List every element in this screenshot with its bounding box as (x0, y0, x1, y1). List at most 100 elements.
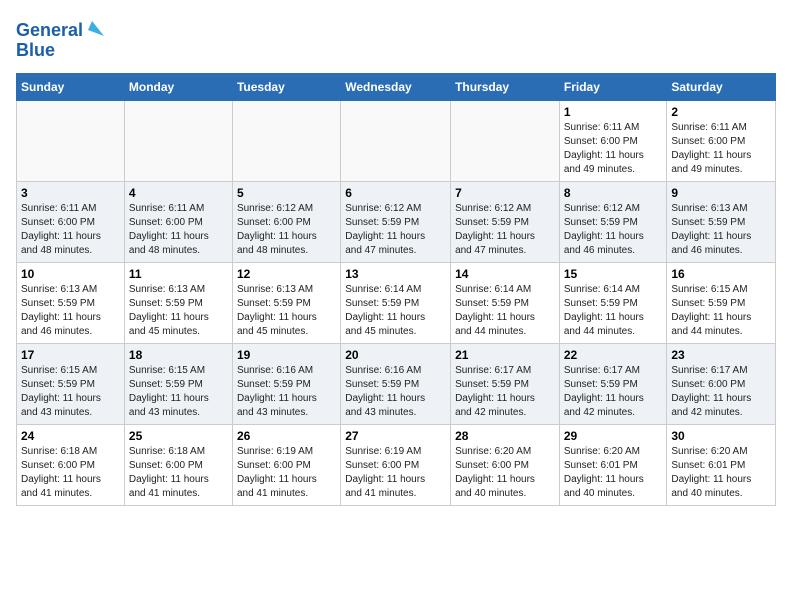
day-info: Sunrise: 6:19 AM Sunset: 6:00 PM Dayligh… (345, 445, 446, 501)
header-row: SundayMondayTuesdayWednesdayThursdayFrid… (17, 74, 776, 101)
calendar-cell (451, 101, 560, 182)
day-number: 17 (21, 348, 120, 362)
calendar-cell: 26 Sunrise: 6:19 AM Sunset: 6:00 PM Dayli… (232, 425, 340, 506)
day-number: 15 (564, 267, 663, 281)
day-info: Sunrise: 6:12 AM Sunset: 5:59 PM Dayligh… (345, 202, 446, 258)
calendar-week-row: 17 Sunrise: 6:15 AM Sunset: 5:59 PM Dayli… (17, 344, 776, 425)
calendar-cell: 9 Sunrise: 6:13 AM Sunset: 5:59 PM Daylig… (667, 182, 776, 263)
calendar-cell: 20Sunrise: 6:16 AM Sunset: 5:59 PM Dayli… (341, 344, 451, 425)
day-info: Sunrise: 6:19 AM Sunset: 6:00 PM Dayligh… (237, 445, 336, 501)
day-info: Sunrise: 6:12 AM Sunset: 5:59 PM Dayligh… (564, 202, 663, 258)
day-number: 12 (237, 267, 336, 281)
day-number: 3 (21, 186, 120, 200)
day-number: 8 (564, 186, 663, 200)
day-info: Sunrise: 6:13 AM Sunset: 5:59 PM Dayligh… (129, 283, 228, 339)
day-info: Sunrise: 6:17 AM Sunset: 5:59 PM Dayligh… (455, 364, 555, 420)
day-info: Sunrise: 6:20 AM Sunset: 6:01 PM Dayligh… (564, 445, 663, 501)
day-info: Sunrise: 6:18 AM Sunset: 6:00 PM Dayligh… (21, 445, 120, 501)
calendar-week-row: 10 Sunrise: 6:13 AM Sunset: 5:59 PM Dayli… (17, 263, 776, 344)
day-info: Sunrise: 6:12 AM Sunset: 6:00 PM Dayligh… (237, 202, 336, 258)
header-day: Sunday (17, 74, 125, 101)
calendar-cell: 18 Sunrise: 6:15 AM Sunset: 5:59 PM Dayli… (124, 344, 232, 425)
header-day: Monday (124, 74, 232, 101)
calendar-cell: 29 Sunrise: 6:20 AM Sunset: 6:01 PM Dayli… (559, 425, 667, 506)
day-number: 23 (671, 348, 771, 362)
day-number: 18 (129, 348, 228, 362)
calendar-cell: 17 Sunrise: 6:15 AM Sunset: 5:59 PM Dayli… (17, 344, 125, 425)
day-number: 27 (345, 429, 446, 443)
day-number: 29 (564, 429, 663, 443)
day-info: Sunrise: 6:11 AM Sunset: 6:00 PM Dayligh… (671, 121, 771, 177)
day-info: Sunrise: 6:17 AM Sunset: 6:00 PM Dayligh… (671, 364, 771, 420)
calendar-cell (17, 101, 125, 182)
day-info: Sunrise: 6:14 AM Sunset: 5:59 PM Dayligh… (455, 283, 555, 339)
day-info: Sunrise: 6:15 AM Sunset: 5:59 PM Dayligh… (21, 364, 120, 420)
calendar-cell: 15 Sunrise: 6:14 AM Sunset: 5:59 PM Dayli… (559, 263, 667, 344)
logo-svg: GeneralBlue (16, 16, 106, 61)
calendar-cell: 16 Sunrise: 6:15 AM Sunset: 5:59 PM Dayli… (667, 263, 776, 344)
day-number: 28 (455, 429, 555, 443)
day-number: 24 (21, 429, 120, 443)
day-number: 30 (671, 429, 771, 443)
day-info: Sunrise: 6:14 AM Sunset: 5:59 PM Dayligh… (564, 283, 663, 339)
calendar-cell (232, 101, 340, 182)
day-number: 19 (237, 348, 336, 362)
logo: GeneralBlue (16, 16, 106, 61)
day-number: 6 (345, 186, 446, 200)
calendar-cell: 19Sunrise: 6:16 AM Sunset: 5:59 PM Dayli… (232, 344, 340, 425)
calendar-cell: 28 Sunrise: 6:20 AM Sunset: 6:00 PM Dayli… (451, 425, 560, 506)
calendar-week-row: 24 Sunrise: 6:18 AM Sunset: 6:00 PM Dayli… (17, 425, 776, 506)
calendar-cell: 22 Sunrise: 6:17 AM Sunset: 5:59 PM Dayli… (559, 344, 667, 425)
day-number: 7 (455, 186, 555, 200)
calendar-cell (341, 101, 451, 182)
day-number: 21 (455, 348, 555, 362)
day-number: 25 (129, 429, 228, 443)
calendar-cell: 5 Sunrise: 6:12 AM Sunset: 6:00 PM Daylig… (232, 182, 340, 263)
day-number: 16 (671, 267, 771, 281)
calendar-cell: 7 Sunrise: 6:12 AM Sunset: 5:59 PM Daylig… (451, 182, 560, 263)
calendar-cell: 3Sunrise: 6:11 AM Sunset: 6:00 PM Daylig… (17, 182, 125, 263)
day-info: Sunrise: 6:14 AM Sunset: 5:59 PM Dayligh… (345, 283, 446, 339)
day-number: 5 (237, 186, 336, 200)
day-info: Sunrise: 6:20 AM Sunset: 6:01 PM Dayligh… (671, 445, 771, 501)
header-day: Friday (559, 74, 667, 101)
day-info: Sunrise: 6:13 AM Sunset: 5:59 PM Dayligh… (237, 283, 336, 339)
header-day: Saturday (667, 74, 776, 101)
calendar-cell: 23 Sunrise: 6:17 AM Sunset: 6:00 PM Dayli… (667, 344, 776, 425)
calendar-cell: 13Sunrise: 6:14 AM Sunset: 5:59 PM Dayli… (341, 263, 451, 344)
calendar-week-row: 3 Sunrise: 6:11 AM Sunset: 6:00 PM Daylig… (17, 182, 776, 263)
calendar-cell: 11 Sunrise: 6:13 AM Sunset: 5:59 PM Dayli… (124, 263, 232, 344)
day-number: 11 (129, 267, 228, 281)
day-info: Sunrise: 6:20 AM Sunset: 6:00 PM Dayligh… (455, 445, 555, 501)
day-number: 14 (455, 267, 555, 281)
day-info: Sunrise: 6:11 AM Sunset: 6:00 PM Dayligh… (129, 202, 228, 258)
svg-text:Blue: Blue (16, 40, 55, 60)
day-info: Sunrise: 6:18 AM Sunset: 6:00 PM Dayligh… (129, 445, 228, 501)
calendar-cell: 4 Sunrise: 6:11 AM Sunset: 6:00 PM Daylig… (124, 182, 232, 263)
day-info: Sunrise: 6:13 AM Sunset: 5:59 PM Dayligh… (21, 283, 120, 339)
calendar-cell: 27 Sunrise: 6:19 AM Sunset: 6:00 PM Dayli… (341, 425, 451, 506)
day-number: 9 (671, 186, 771, 200)
calendar-cell: 12 Sunrise: 6:13 AM Sunset: 5:59 PM Dayli… (232, 263, 340, 344)
day-number: 2 (671, 105, 771, 119)
day-info: Sunrise: 6:13 AM Sunset: 5:59 PM Dayligh… (671, 202, 771, 258)
day-number: 22 (564, 348, 663, 362)
calendar-cell: 21 Sunrise: 6:17 AM Sunset: 5:59 PM Dayli… (451, 344, 560, 425)
calendar-cell: 24 Sunrise: 6:18 AM Sunset: 6:00 PM Dayli… (17, 425, 125, 506)
calendar-cell (124, 101, 232, 182)
day-number: 1 (564, 105, 663, 119)
calendar-cell: 2 Sunrise: 6:11 AM Sunset: 6:00 PM Daylig… (667, 101, 776, 182)
header-day: Thursday (451, 74, 560, 101)
day-number: 4 (129, 186, 228, 200)
day-info: Sunrise: 6:15 AM Sunset: 5:59 PM Dayligh… (671, 283, 771, 339)
calendar-cell: 8 Sunrise: 6:12 AM Sunset: 5:59 PM Daylig… (559, 182, 667, 263)
calendar-cell: 14 Sunrise: 6:14 AM Sunset: 5:59 PM Dayli… (451, 263, 560, 344)
calendar-week-row: 1 Sunrise: 6:11 AM Sunset: 6:00 PM Daylig… (17, 101, 776, 182)
calendar-table: SundayMondayTuesdayWednesdayThursdayFrid… (16, 73, 776, 506)
day-info: Sunrise: 6:15 AM Sunset: 5:59 PM Dayligh… (129, 364, 228, 420)
header-day: Wednesday (341, 74, 451, 101)
day-info: Sunrise: 6:12 AM Sunset: 5:59 PM Dayligh… (455, 202, 555, 258)
day-info: Sunrise: 6:17 AM Sunset: 5:59 PM Dayligh… (564, 364, 663, 420)
day-number: 26 (237, 429, 336, 443)
day-number: 10 (21, 267, 120, 281)
